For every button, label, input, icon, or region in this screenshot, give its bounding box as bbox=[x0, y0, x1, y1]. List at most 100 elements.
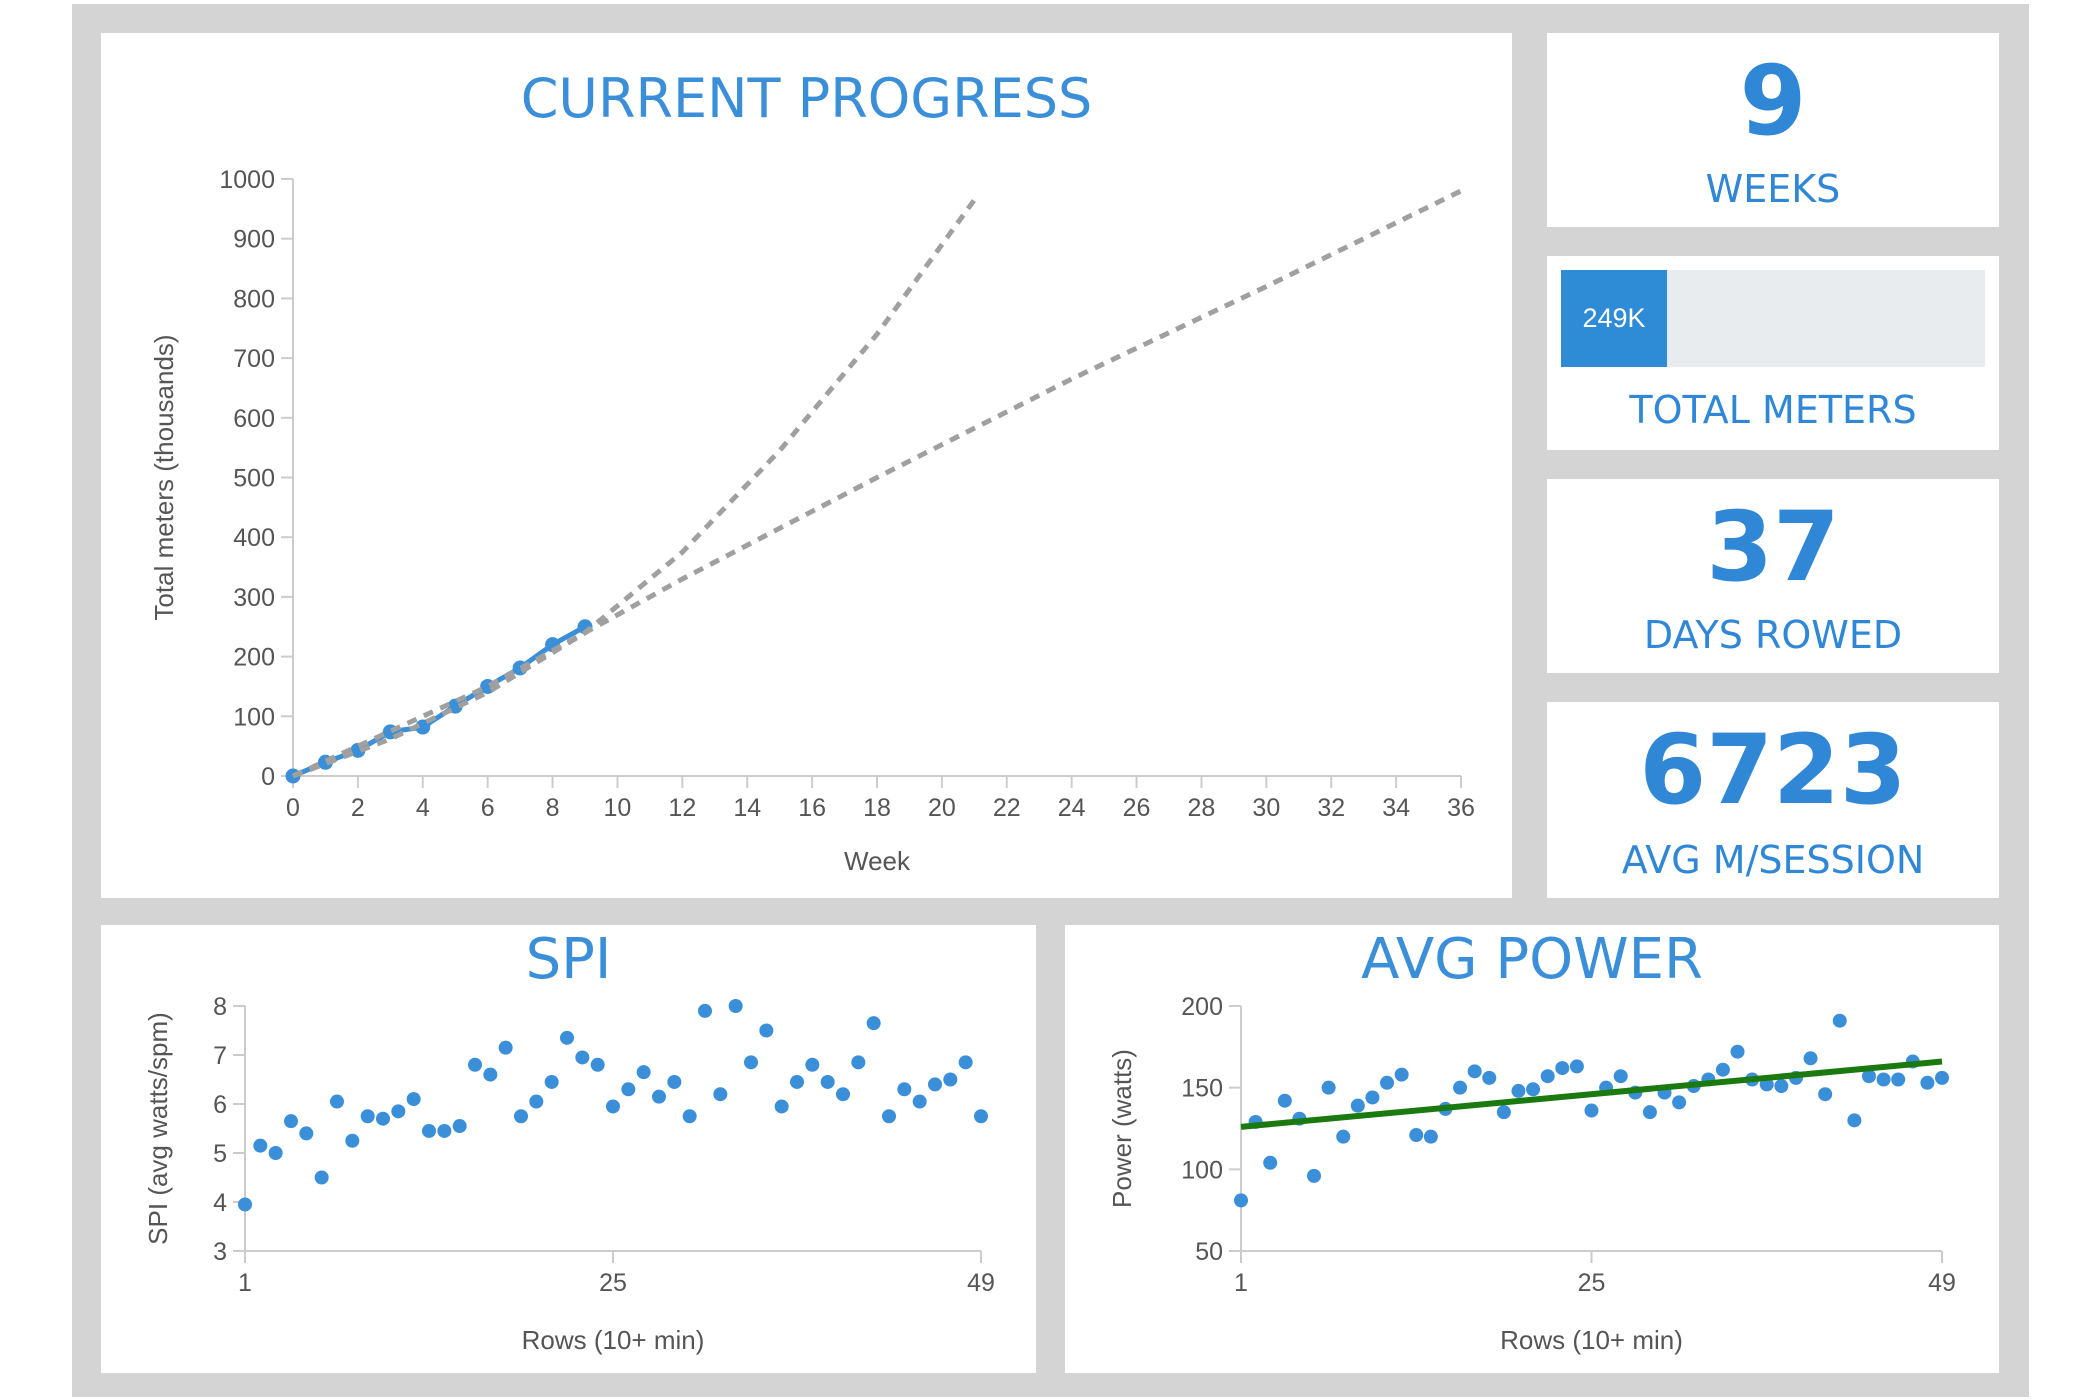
power-point bbox=[1467, 1064, 1482, 1079]
spi-point bbox=[330, 1094, 344, 1109]
spi-point bbox=[897, 1082, 912, 1097]
spi-point bbox=[652, 1089, 666, 1104]
power-point bbox=[1730, 1044, 1745, 1059]
power-point bbox=[1365, 1090, 1380, 1105]
x-tick-label: 25 bbox=[599, 1269, 627, 1297]
power-point bbox=[1511, 1083, 1526, 1098]
spi-point bbox=[560, 1030, 574, 1045]
x-tick-label: 24 bbox=[1058, 794, 1086, 822]
spi-point bbox=[744, 1055, 758, 1070]
y-tick-label: 4 bbox=[213, 1189, 227, 1217]
power-point bbox=[1453, 1080, 1468, 1095]
power-point bbox=[1774, 1079, 1789, 1094]
spi-point bbox=[667, 1074, 682, 1089]
x-tick-label: 1 bbox=[238, 1269, 252, 1297]
power-point bbox=[1569, 1059, 1584, 1074]
spi-point bbox=[360, 1109, 375, 1124]
spi-chart: 3 4 5 6 7 8 1 25 49 Rows (10+ min) SPI (avg watts/… bbox=[143, 993, 995, 1355]
power-point bbox=[1263, 1155, 1278, 1170]
power-point bbox=[1321, 1080, 1336, 1095]
spi-point bbox=[268, 1146, 283, 1160]
x-tick-label: 28 bbox=[1188, 794, 1216, 822]
x-tick-label: 10 bbox=[604, 794, 632, 822]
spi-point bbox=[928, 1077, 942, 1092]
power-point bbox=[1526, 1082, 1541, 1097]
x-tick-label: 22 bbox=[993, 794, 1021, 822]
spi-point bbox=[299, 1126, 314, 1141]
y-tick-label: 1000 bbox=[219, 166, 275, 194]
x-tick-label: 2 bbox=[351, 794, 365, 822]
spi-point bbox=[391, 1104, 406, 1119]
spi-point bbox=[590, 1057, 605, 1072]
power-point bbox=[1642, 1105, 1657, 1120]
y-tick-label: 50 bbox=[1195, 1238, 1223, 1266]
power-point bbox=[1584, 1103, 1599, 1118]
power-point bbox=[1336, 1129, 1351, 1144]
y-tick-label: 600 bbox=[233, 405, 275, 433]
x-tick-label: 49 bbox=[1928, 1269, 1956, 1297]
power-point bbox=[1380, 1075, 1395, 1090]
y-tick-label: 5 bbox=[213, 1140, 227, 1168]
x-tick-label: 25 bbox=[1578, 1269, 1606, 1297]
spi-point bbox=[621, 1082, 636, 1097]
y-tick-label: 100 bbox=[1181, 1156, 1223, 1184]
days-rowed-label: DAYS ROWED bbox=[1643, 613, 1903, 657]
x-axis-title: Week bbox=[844, 846, 911, 876]
y-tick-label: 8 bbox=[213, 993, 227, 1021]
x-tick-label: 49 bbox=[967, 1269, 995, 1297]
power-point bbox=[1423, 1129, 1438, 1144]
y-tick-label: 700 bbox=[233, 345, 275, 373]
total-meters-panel: 249K TOTAL METERS bbox=[1547, 256, 1999, 450]
x-tick-label: 12 bbox=[668, 794, 696, 822]
spi-point bbox=[406, 1092, 421, 1107]
avg-session-value: 6723 bbox=[1639, 714, 1907, 826]
y-tick-label: 800 bbox=[233, 285, 275, 313]
power-point bbox=[1496, 1105, 1511, 1120]
progress-line bbox=[292, 624, 587, 779]
x-tick-label: 1 bbox=[1234, 1269, 1248, 1297]
x-tick-label: 26 bbox=[1123, 794, 1151, 822]
spi-point bbox=[606, 1099, 620, 1114]
avg-session-panel: 6723 AVG M/SESSION bbox=[1547, 702, 1999, 898]
days-rowed-value: 37 bbox=[1706, 491, 1840, 603]
weeks-panel: 9 WEEKS bbox=[1547, 33, 1999, 227]
projection-line bbox=[291, 188, 1463, 779]
power-point bbox=[1613, 1069, 1628, 1084]
x-tick-label: 32 bbox=[1317, 794, 1345, 822]
power-point bbox=[1891, 1072, 1906, 1087]
power-panel: AVG POWER 50 100 150 200 1 25 49 Rows (10+ min)… bbox=[1065, 925, 1999, 1373]
spi-point bbox=[974, 1109, 988, 1124]
power-point bbox=[1876, 1072, 1891, 1087]
projection-line bbox=[292, 198, 977, 779]
x-tick-label: 36 bbox=[1447, 794, 1475, 822]
spi-point bbox=[452, 1119, 467, 1134]
spi-point bbox=[728, 999, 743, 1013]
power-point bbox=[1394, 1067, 1409, 1082]
y-axis-title: Total meters (thousands) bbox=[149, 334, 179, 620]
x-tick-label: 30 bbox=[1252, 794, 1280, 822]
spi-point bbox=[345, 1133, 360, 1148]
spi-point bbox=[575, 1050, 590, 1065]
y-tick-label: 0 bbox=[261, 763, 275, 791]
power-point bbox=[1803, 1051, 1818, 1066]
y-axis-title: SPI (avg watts/spm) bbox=[143, 1012, 173, 1245]
spi-point bbox=[468, 1057, 482, 1072]
x-tick-label: 14 bbox=[733, 794, 761, 822]
spi-point bbox=[253, 1138, 268, 1153]
power-point bbox=[1672, 1095, 1687, 1110]
y-axis-title: Power (watts) bbox=[1107, 1049, 1137, 1208]
spi-point bbox=[774, 1099, 789, 1114]
spi-point bbox=[820, 1074, 835, 1089]
avg-session-label: AVG M/SESSION bbox=[1621, 838, 1925, 882]
spi-point bbox=[698, 1003, 712, 1018]
spi-point bbox=[284, 1114, 298, 1129]
power-point bbox=[1847, 1113, 1862, 1128]
y-tick-label: 500 bbox=[233, 465, 275, 493]
weeks-label: WEEKS bbox=[1705, 167, 1841, 211]
spi-point bbox=[866, 1016, 881, 1031]
x-tick-label: 6 bbox=[481, 794, 495, 822]
x-axis-title: Rows (10+ min) bbox=[522, 1325, 705, 1355]
weeks-value: 9 bbox=[1739, 45, 1807, 157]
x-tick-label: 20 bbox=[928, 794, 956, 822]
progress-chart: 010020030040050060070080090010000 2 4 6 8 10 1… bbox=[149, 166, 1475, 876]
